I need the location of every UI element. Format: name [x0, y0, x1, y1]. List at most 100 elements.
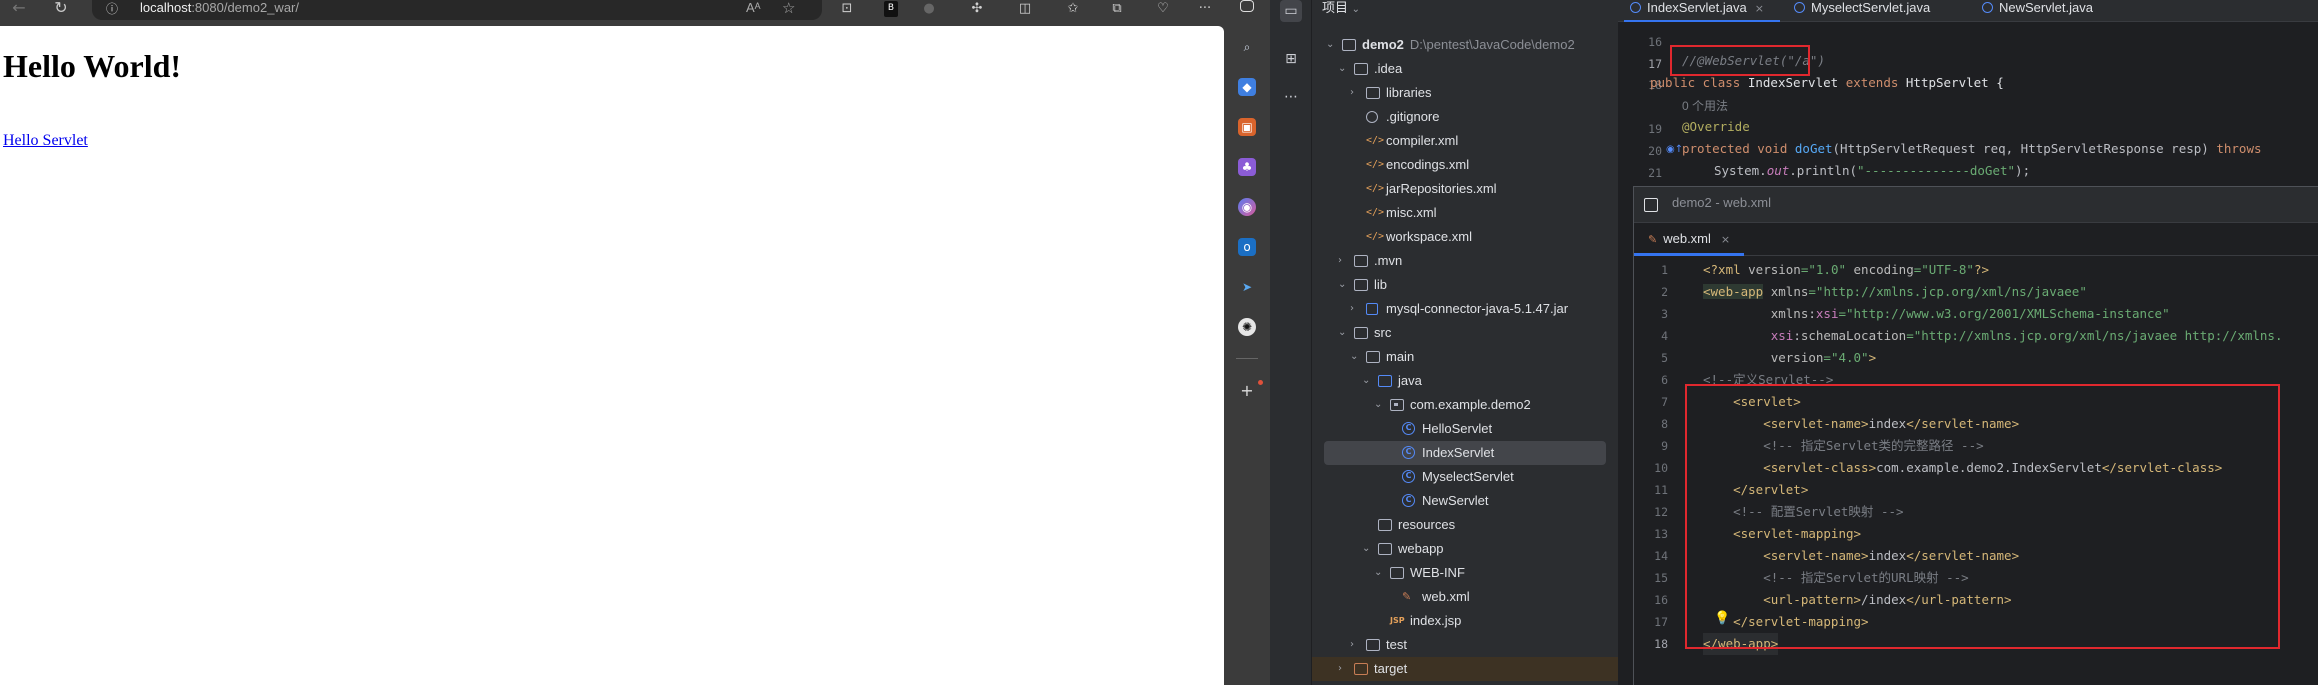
- tab-myselectservlet[interactable]: MyselectServlet.java: [1794, 0, 1930, 22]
- tree-item-jarrepositories-xml[interactable]: </> jarRepositories.xml: [1312, 177, 1618, 201]
- web-xml-icon: ✎: [1402, 590, 1412, 603]
- sidebar-toggle-icon[interactable]: [1240, 0, 1254, 12]
- xml-file-icon: </>: [1366, 207, 1385, 218]
- tree-item-compiler-xml[interactable]: </> compiler.xml: [1312, 129, 1618, 153]
- xml-line-3[interactable]: xmlns:xsi="http://www.w3.org/2001/XMLSch…: [1703, 303, 2170, 325]
- folder-icon: [1342, 39, 1356, 51]
- more-tools-icon[interactable]: ⋯: [1280, 86, 1302, 108]
- xml-line-2[interactable]: <web-app xmlns="http://xmlns.jcp.org/xml…: [1703, 281, 2087, 303]
- read-aloud-icon[interactable]: Aᴬ: [746, 0, 761, 15]
- browser-essentials-icon[interactable]: ♡: [1154, 1, 1172, 17]
- tree-item-main[interactable]: ⌄ main: [1312, 345, 1618, 369]
- code-line-21[interactable]: System.out.println("--------------doGet"…: [1714, 160, 2030, 182]
- tab-newservlet[interactable]: NewServlet.java: [1982, 0, 2093, 22]
- code-line-18[interactable]: public class IndexServlet extends HttpSe…: [1650, 72, 2004, 94]
- tree-item-mvn[interactable]: › .mvn: [1312, 249, 1618, 273]
- tree-item-resources[interactable]: resources: [1312, 513, 1618, 537]
- xml-line-4[interactable]: xsi:schemaLocation="http://xmlns.jcp.org…: [1703, 325, 2283, 347]
- split-screen-icon[interactable]: ◫: [1016, 1, 1034, 17]
- project-folder-icon[interactable]: ▭: [1280, 0, 1302, 22]
- excluded-folder-icon: [1354, 663, 1368, 675]
- tree-item-demo2[interactable]: ⌄ demo2 D:\pentest\JavaCode\demo2: [1312, 33, 1618, 57]
- tree-item-indexservlet[interactable]: C IndexServlet: [1324, 441, 1606, 465]
- tree-item-libraries[interactable]: › libraries: [1312, 81, 1618, 105]
- browser-window: ← ↻ ⓘ localhost:8080/demo2_war/ Aᴬ ☆ ⊡ B…: [0, 0, 1224, 685]
- folder-icon: [1390, 567, 1404, 579]
- tree-item-target[interactable]: › target: [1312, 657, 1618, 681]
- xml-line-1[interactable]: <?xml version="1.0" encoding="UTF-8"?>: [1703, 259, 1989, 281]
- class-icon: C: [1402, 470, 1415, 483]
- project-panel-header[interactable]: 项目 ⌄: [1322, 0, 1360, 18]
- folder-icon: [1354, 63, 1368, 75]
- xml-file-icon: </>: [1366, 135, 1385, 146]
- tree-item-newservlet[interactable]: C NewServlet: [1312, 489, 1618, 513]
- usage-hint[interactable]: 0 个用法: [1682, 95, 1728, 117]
- site-info-icon[interactable]: ⓘ: [106, 0, 122, 16]
- outlook-icon[interactable]: o: [1238, 238, 1256, 256]
- override-gutter-icon[interactable]: ◉↑: [1666, 144, 1683, 155]
- refresh-icon[interactable]: ↻: [50, 0, 72, 20]
- jar-icon: [1366, 303, 1378, 315]
- toolbox-icon[interactable]: ▣: [1238, 118, 1256, 136]
- tree-item-index-jsp[interactable]: JSP index.jsp: [1312, 609, 1618, 633]
- structure-icon[interactable]: ⊞: [1280, 48, 1302, 70]
- tree-item-webapp[interactable]: ⌄ webapp: [1312, 537, 1618, 561]
- tree-item-idea[interactable]: ⌄ .idea: [1312, 57, 1618, 81]
- send-icon[interactable]: ➤: [1238, 278, 1256, 296]
- tree-item-encodings-xml[interactable]: </> encodings.xml: [1312, 153, 1618, 177]
- games-icon[interactable]: ♣: [1238, 158, 1256, 176]
- tree-item-mysql-jar[interactable]: › mysql-connector-java-5.1.47.jar: [1312, 297, 1618, 321]
- source-folder-icon: [1378, 375, 1392, 387]
- tree-item-src[interactable]: ⌄ src: [1312, 321, 1618, 345]
- package-icon: [1390, 399, 1404, 411]
- tree-item-helloservlet[interactable]: C HelloServlet: [1312, 417, 1618, 441]
- extension-circle-icon[interactable]: ●: [922, 1, 936, 17]
- favorite-star-icon[interactable]: ☆: [782, 0, 795, 17]
- line-number: 16: [1648, 35, 1662, 49]
- copilot-icon[interactable]: ◉: [1238, 198, 1256, 216]
- web-page: Hello World! Hello Servlet: [0, 26, 1224, 685]
- openai-icon[interactable]: ✺: [1238, 318, 1256, 336]
- back-icon[interactable]: ←: [8, 0, 30, 20]
- code-line-20[interactable]: protected void doGet(HttpServletRequest …: [1682, 138, 2262, 160]
- tree-item-web-xml[interactable]: ✎ web.xml: [1312, 585, 1618, 609]
- more-menu-icon[interactable]: ···: [1196, 1, 1214, 17]
- hello-servlet-link[interactable]: Hello Servlet: [3, 132, 88, 150]
- project-panel: 项目 ⌄ ⌄ demo2 D:\pentest\JavaCode\demo2 ⌄ …: [1312, 0, 1618, 685]
- tab-indexservlet[interactable]: IndexServlet.java ×: [1624, 0, 1780, 22]
- popup-title-bar[interactable]: demo2 - web.xml: [1634, 187, 2318, 223]
- code-line-19[interactable]: @Override: [1682, 116, 1750, 138]
- add-icon[interactable]: +: [1238, 382, 1256, 400]
- browser-toolbar: ← ↻ ⓘ localhost:8080/demo2_war/ Aᴬ ☆ ⊡ B…: [0, 0, 1224, 24]
- tree-item-java[interactable]: ⌄ java: [1312, 369, 1618, 393]
- class-icon: [1982, 2, 1993, 13]
- tree-item-gitignore[interactable]: .gitignore: [1312, 105, 1618, 129]
- address-bar[interactable]: ⓘ localhost:8080/demo2_war/ Aᴬ ☆: [92, 0, 822, 20]
- extension-b-icon[interactable]: B: [884, 1, 898, 17]
- favorites-icon[interactable]: ✩: [1064, 1, 1082, 17]
- tree-item-package[interactable]: ⌄ com.example.demo2: [1312, 393, 1618, 417]
- tree-item-workspace-xml[interactable]: </> workspace.xml: [1312, 225, 1618, 249]
- tree-item-test[interactable]: › test: [1312, 633, 1618, 657]
- collections-icon[interactable]: ⧉: [1108, 1, 1126, 17]
- tab-action-icon[interactable]: ⊡: [838, 1, 856, 17]
- close-tab-icon[interactable]: ×: [1721, 233, 1730, 246]
- tag-icon[interactable]: ◆: [1238, 78, 1256, 96]
- line-number: 21: [1648, 166, 1662, 180]
- xml-line-5[interactable]: version="4.0">: [1703, 347, 1876, 369]
- tree-item-lib[interactable]: ⌄ lib: [1312, 273, 1618, 297]
- class-icon: C: [1402, 494, 1415, 507]
- search-icon[interactable]: ⌕: [1238, 38, 1256, 56]
- tree-item-myselectservlet[interactable]: C MyselectServlet: [1312, 465, 1618, 489]
- line-number: 20: [1648, 144, 1662, 158]
- popup-tabs: ✎ web.xml ×: [1634, 224, 2318, 256]
- folder-icon: [1366, 351, 1380, 363]
- tree-item-misc-xml[interactable]: </> misc.xml: [1312, 201, 1618, 225]
- web-xml-icon: ✎: [1648, 233, 1658, 246]
- address-url[interactable]: localhost:8080/demo2_war/: [140, 0, 299, 16]
- tab-web-xml[interactable]: ✎ web.xml ×: [1634, 224, 1745, 256]
- folder-icon: [1366, 639, 1380, 651]
- tree-item-web-inf[interactable]: ⌄ WEB-INF: [1312, 561, 1618, 585]
- close-tab-icon[interactable]: ×: [1755, 2, 1764, 15]
- extensions-puzzle-icon[interactable]: ✣: [968, 1, 986, 17]
